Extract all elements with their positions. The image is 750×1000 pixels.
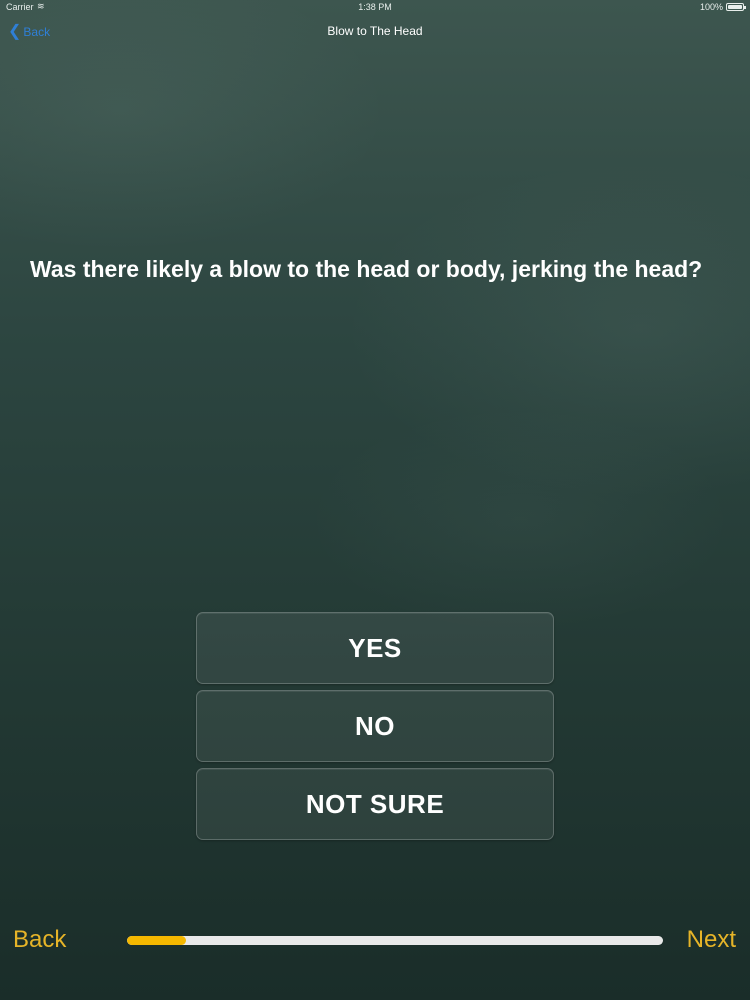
progress-bar — [127, 936, 663, 945]
next-button[interactable]: Next — [687, 926, 736, 954]
not-sure-button[interactable]: NOT SURE — [196, 768, 554, 840]
status-time: 1:38 PM — [358, 2, 392, 12]
yes-button[interactable]: YES — [196, 612, 554, 684]
question-text: Was there likely a blow to the head or b… — [30, 256, 703, 282]
no-button[interactable]: NO — [196, 690, 554, 762]
battery-icon — [726, 3, 746, 11]
progress-fill — [127, 936, 186, 945]
page-title: Blow to The Head — [327, 24, 423, 38]
battery-indicator: 100% — [699, 2, 746, 12]
battery-percent: 100% — [699, 2, 723, 12]
status-bar: Carrier ≋ 1:38 PM 100% — [0, 0, 750, 14]
back-button[interactable]: Back — [13, 926, 66, 954]
